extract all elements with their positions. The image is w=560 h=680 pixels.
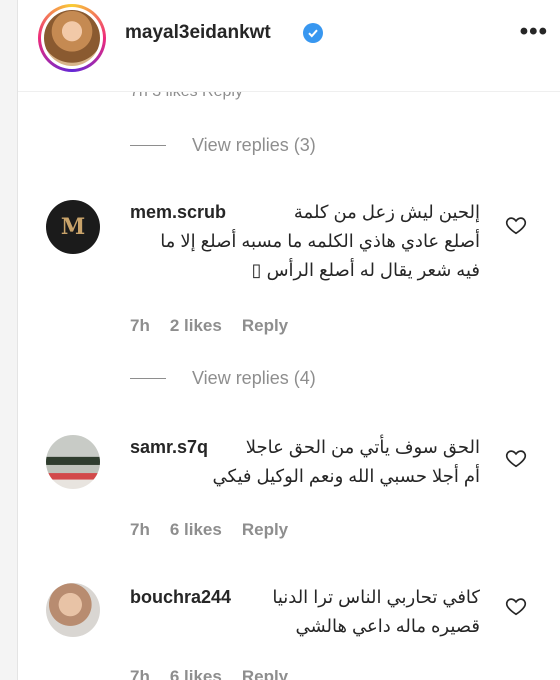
comment-username[interactable]: mem.scrub xyxy=(130,198,226,227)
view-replies-button[interactable]: View replies (3) xyxy=(130,135,316,156)
comment-text-line: أم أجلا حسبي الله ونعم الوكيل فيكي xyxy=(212,466,481,486)
post-header: mayal3eidankwt ••• xyxy=(18,0,560,92)
comment-reply-button[interactable]: Reply xyxy=(242,520,288,540)
like-heart-icon[interactable] xyxy=(505,595,527,617)
like-heart-icon[interactable] xyxy=(505,447,527,469)
story-avatar[interactable] xyxy=(38,4,106,72)
comment-text-line: إلحين ليش زعل من كلمة xyxy=(293,202,480,222)
view-replies-label: View replies (3) xyxy=(192,135,316,155)
comment-meta: 7h 2 likes Reply xyxy=(130,316,288,336)
header-username[interactable]: mayal3eidankwt xyxy=(125,22,271,44)
avatar-image xyxy=(44,10,100,66)
comment-body: mem.scrub إلحين ليش زعل من كلمة أصلع عاد… xyxy=(130,198,480,285)
more-options-icon[interactable]: ••• xyxy=(520,18,548,46)
comment-likes[interactable]: 2 likes xyxy=(170,316,222,336)
comment-likes[interactable]: 6 likes xyxy=(170,520,222,540)
verified-badge-icon xyxy=(303,23,323,43)
comment-time: 7h xyxy=(130,667,150,680)
comment-body: bouchra244 كافي تحاربي الناس ترا الدنيا … xyxy=(130,583,480,641)
comment-text-line: أصلع عادي هاذي الكلمه ما مسبه أصلع إلا م… xyxy=(160,231,480,251)
commenter-avatar[interactable] xyxy=(46,435,100,489)
comment-text-line: فيه شعر يقال له أصلع الرأس ▯ xyxy=(251,260,480,280)
comment-body: samr.s7q الحق سوف يأتي من الحق عاجلا أم … xyxy=(130,433,480,491)
comment-meta: 7h 6 likes Reply xyxy=(130,667,288,680)
view-replies-button[interactable]: View replies (4) xyxy=(130,368,316,389)
commenter-avatar[interactable] xyxy=(46,583,100,637)
divider-line xyxy=(130,145,166,146)
divider-line xyxy=(130,378,166,379)
comment-text-line: قصيره ماله داعي هالشي xyxy=(295,616,480,636)
comment-time: 7h xyxy=(130,316,150,335)
avatar-logo-icon: M xyxy=(60,214,86,240)
comment-meta: 7h 6 likes Reply xyxy=(130,520,288,540)
left-panel-edge xyxy=(0,0,18,680)
comment-time: 7h xyxy=(130,520,150,539)
commenter-avatar[interactable]: M xyxy=(46,200,100,254)
comment-username[interactable]: samr.s7q xyxy=(130,433,208,462)
like-heart-icon[interactable] xyxy=(505,214,527,236)
view-replies-label: View replies (4) xyxy=(192,368,316,388)
comment-reply-button[interactable]: Reply xyxy=(242,667,288,680)
comment-reply-button[interactable]: Reply xyxy=(242,316,288,336)
comment-likes[interactable]: 6 likes xyxy=(170,667,222,680)
comment-text-line: كافي تحاربي الناس ترا الدنيا xyxy=(272,587,480,607)
comment-username[interactable]: bouchra244 xyxy=(130,583,231,612)
comment-text-line: الحق سوف يأتي من الحق عاجلا xyxy=(245,437,480,457)
